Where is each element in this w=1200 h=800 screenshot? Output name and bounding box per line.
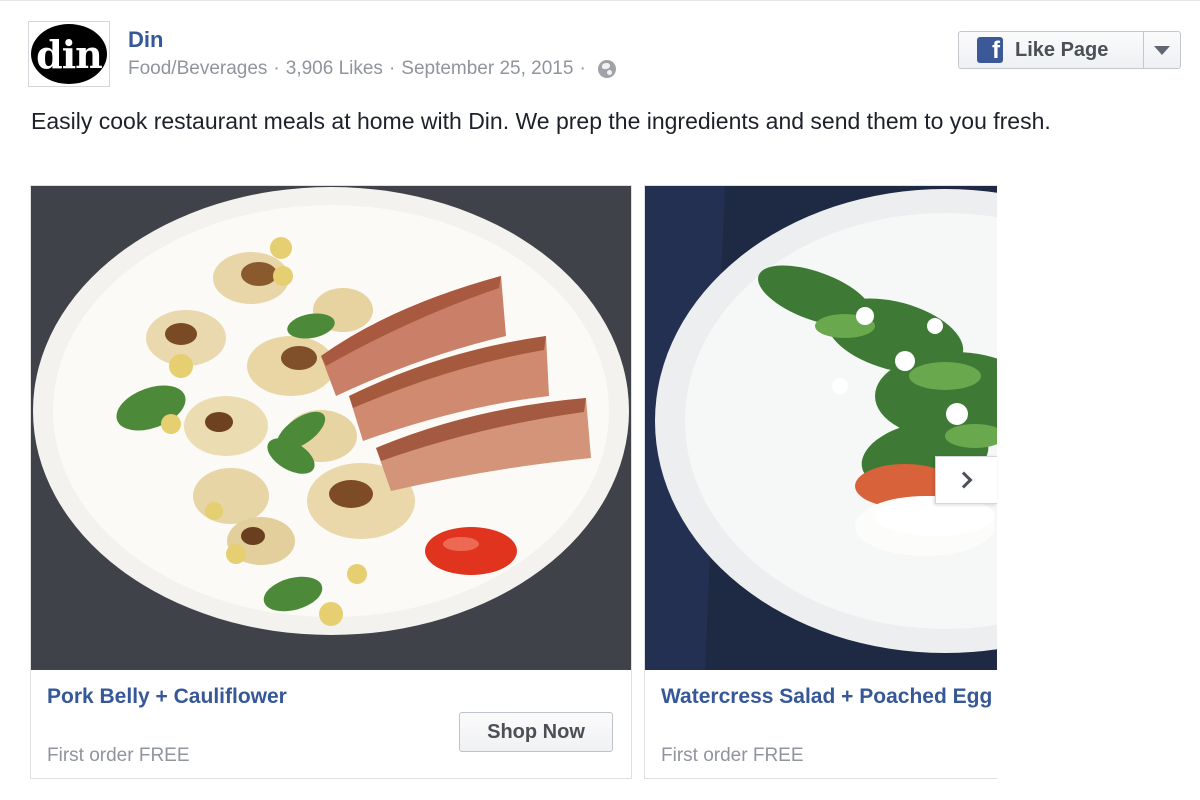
post-meta: Food/Beverages · 3,906 Likes · September… <box>128 58 616 80</box>
card-title-link[interactable]: Pork Belly + Cauliflower <box>47 685 287 709</box>
carousel-card[interactable]: Pork Belly + Cauliflower First order FRE… <box>30 185 632 779</box>
page-name-link[interactable]: Din <box>128 27 163 53</box>
meta-separator: · <box>579 58 586 79</box>
carousel-next-button[interactable] <box>935 456 997 504</box>
page-avatar[interactable]: din <box>28 21 110 87</box>
carousel: Pork Belly + Cauliflower First order FRE… <box>30 185 997 779</box>
like-page-dropdown-button[interactable] <box>1143 31 1181 69</box>
chevron-right-icon <box>955 471 972 489</box>
shop-now-button[interactable]: Shop Now <box>459 712 613 752</box>
page-likes-count: 3,906 Likes <box>285 58 383 79</box>
meta-separator: · <box>273 58 280 79</box>
card-title-link[interactable]: Watercress Salad + Poached Egg <box>661 685 992 709</box>
pork-belly-dish-image[interactable] <box>31 186 631 670</box>
post-date[interactable]: September 25, 2015 <box>401 58 573 80</box>
like-page-label: Like Page <box>1015 38 1109 61</box>
globe-icon <box>597 60 616 78</box>
card-subtitle: First order FREE <box>47 745 190 766</box>
din-logo: din <box>31 24 107 84</box>
meta-separator: · <box>388 58 396 79</box>
like-page-button[interactable]: f Like Page <box>958 31 1144 69</box>
page-category: Food/Beverages <box>128 58 268 79</box>
card-subtitle: First order FREE <box>661 745 804 766</box>
post-message: Easily cook restaurant meals at home wit… <box>31 108 1051 134</box>
ad-post: din Din Food/Beverages · 3,906 Likes · S… <box>0 0 1200 800</box>
chevron-down-icon <box>1154 45 1170 55</box>
watercress-salad-image[interactable] <box>645 186 997 670</box>
facebook-icon: f <box>977 37 1003 63</box>
